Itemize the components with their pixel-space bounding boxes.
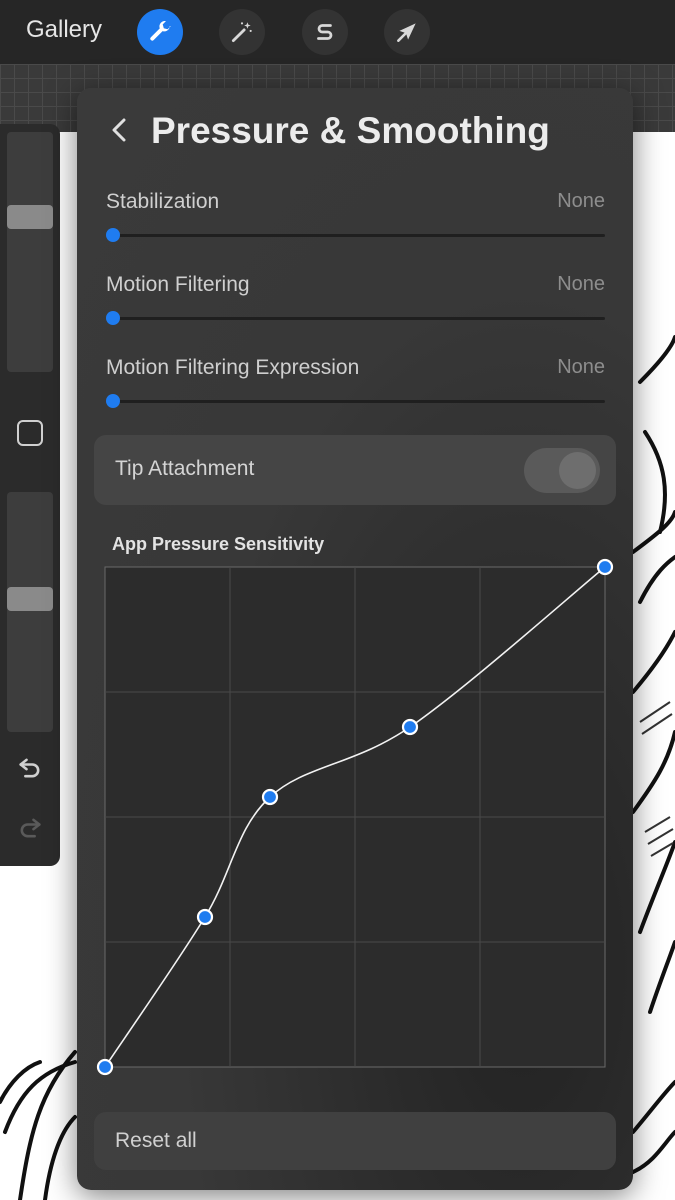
selection-button[interactable] bbox=[302, 9, 348, 55]
opacity-thumb[interactable] bbox=[7, 587, 53, 612]
brush-size-slider[interactable] bbox=[7, 132, 53, 372]
opacity-slider[interactable] bbox=[7, 492, 53, 732]
brush-size-thumb[interactable] bbox=[7, 205, 53, 230]
pressure-curve-graph[interactable] bbox=[77, 88, 633, 1190]
wrench-icon bbox=[150, 21, 171, 41]
curve-control-point[interactable] bbox=[196, 908, 214, 926]
transform-arrow-icon bbox=[397, 23, 416, 42]
reset-all-button[interactable]: Reset all bbox=[94, 1112, 616, 1170]
curve-control-point[interactable] bbox=[261, 788, 279, 806]
actions-button[interactable] bbox=[137, 9, 183, 55]
left-sidebar bbox=[0, 124, 60, 866]
transform-button[interactable] bbox=[384, 9, 430, 55]
pressure-smoothing-panel: Pressure & Smoothing Stabilization None … bbox=[77, 88, 633, 1190]
selection-s-icon bbox=[317, 24, 333, 40]
curve-control-point[interactable] bbox=[401, 718, 419, 736]
curve-control-point[interactable] bbox=[596, 558, 614, 576]
reset-all-label: Reset all bbox=[115, 1129, 197, 1152]
undo-icon[interactable] bbox=[16, 754, 44, 782]
gallery-button[interactable]: Gallery bbox=[26, 16, 102, 44]
redo-icon[interactable] bbox=[16, 814, 44, 842]
modifier-square-icon[interactable] bbox=[17, 420, 43, 446]
magic-wand-icon bbox=[231, 22, 252, 43]
adjustments-button[interactable] bbox=[219, 9, 265, 55]
curve-control-point[interactable] bbox=[96, 1058, 114, 1076]
top-toolbar: Gallery bbox=[0, 0, 675, 64]
